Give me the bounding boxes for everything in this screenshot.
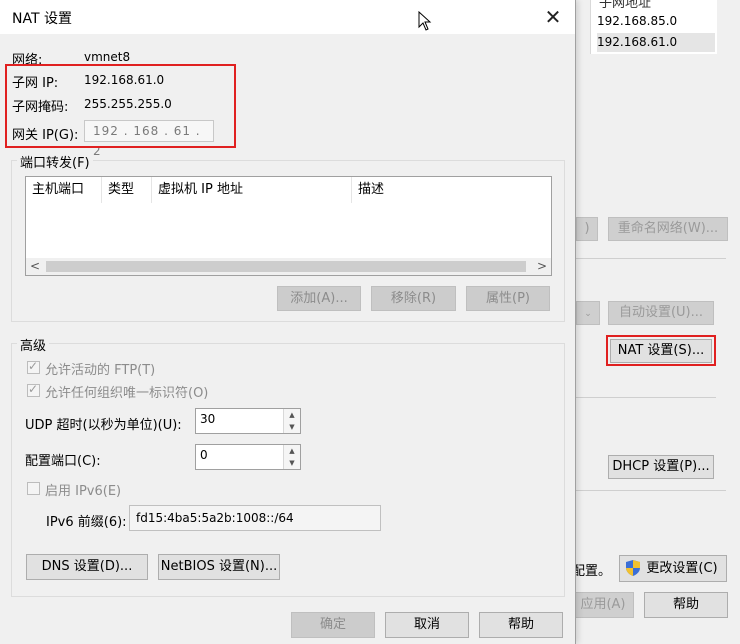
partial-button[interactable]: ) xyxy=(576,217,598,241)
dns-settings-button[interactable]: DNS 设置(D)... xyxy=(26,554,148,580)
scroll-right-icon[interactable]: > xyxy=(533,258,551,275)
scroll-left-icon[interactable]: < xyxy=(26,258,44,275)
close-button[interactable]: ✕ xyxy=(536,2,570,32)
partial-dropdown[interactable]: ⌄ xyxy=(576,301,600,325)
change-settings-label: 更改设置(C) xyxy=(646,561,718,576)
divider xyxy=(576,258,726,259)
subnet-row[interactable]: 192.168.61.0 xyxy=(597,33,715,52)
scrollbar-thumb[interactable] xyxy=(46,261,526,272)
spin-down-icon[interactable]: ▼ xyxy=(283,457,300,469)
advanced-title: 高级 xyxy=(17,335,50,354)
horizontal-scrollbar[interactable]: < > xyxy=(26,258,551,275)
subnet-row[interactable]: 192.168.85.0 xyxy=(597,12,715,31)
allow-ftp-label: 允许活动的 FTP(T) xyxy=(45,363,156,378)
divider xyxy=(576,490,726,491)
config-port-label: 配置端口(C): xyxy=(25,454,101,469)
column-header[interactable]: 主机端口 xyxy=(26,177,102,203)
allow-org-id-label: 允许任何组织唯一标识符(O) xyxy=(45,386,209,401)
subnet-list[interactable]: 子网地址 192.168.85.0 192.168.61.0 xyxy=(590,0,717,54)
config-port-value: 0 xyxy=(200,448,208,462)
ipv6-prefix-label: IPv6 前缀(6): xyxy=(46,515,127,530)
port-forwarding-list[interactable]: 主机端口 类型 虚拟机 IP 地址 描述 < > xyxy=(25,176,552,276)
port-forwarding-title: 端口转发(F) xyxy=(17,152,93,171)
enable-ipv6-checkbox[interactable] xyxy=(27,482,40,495)
shield-icon xyxy=(626,560,640,576)
allow-org-id-checkbox[interactable] xyxy=(27,382,40,397)
remove-button[interactable]: 移除(R) xyxy=(371,286,456,311)
help-button[interactable]: 帮助 xyxy=(644,592,728,618)
allow-ftp-checkbox[interactable] xyxy=(27,359,40,374)
add-button[interactable]: 添加(A)... xyxy=(277,286,361,311)
spin-down-icon[interactable]: ▼ xyxy=(283,421,300,433)
spin-up-icon[interactable]: ▲ xyxy=(283,409,300,421)
rename-network-button[interactable]: 重命名网络(W)... xyxy=(608,217,728,241)
close-icon: ✕ xyxy=(544,5,562,29)
udp-timeout-spinner[interactable]: 30 ▲ ▼ xyxy=(195,408,301,434)
partial-text: 配置。 xyxy=(572,564,612,579)
ipv6-prefix-input[interactable]: fd15:4ba5:5a2b:1008::/64 xyxy=(129,505,381,531)
nat-settings-dialog: NAT 设置 ✕ 网络: vmnet8 子网 IP: 192.168.61.0 … xyxy=(0,0,576,644)
divider xyxy=(576,397,716,398)
dialog-title: NAT 设置 xyxy=(12,11,72,27)
highlight-box xyxy=(606,335,716,366)
udp-timeout-label: UDP 超时(以秒为单位)(U): xyxy=(25,418,182,433)
ok-button[interactable]: 确定 xyxy=(291,612,375,638)
column-header[interactable]: 类型 xyxy=(102,177,152,203)
column-header[interactable]: 描述 xyxy=(352,177,550,203)
properties-button[interactable]: 属性(P) xyxy=(466,286,550,311)
auto-settings-button[interactable]: 自动设置(U)... xyxy=(608,301,714,325)
help-button[interactable]: 帮助 xyxy=(479,612,563,638)
cancel-button[interactable]: 取消 xyxy=(385,612,469,638)
netbios-settings-button[interactable]: NetBIOS 设置(N)... xyxy=(158,554,280,580)
udp-timeout-value: 30 xyxy=(200,412,216,426)
column-header[interactable]: 虚拟机 IP 地址 xyxy=(152,177,352,203)
enable-ipv6-label: 启用 IPv6(E) xyxy=(45,484,122,499)
mouse-cursor-icon xyxy=(418,11,432,31)
highlight-box xyxy=(5,64,236,148)
spin-up-icon[interactable]: ▲ xyxy=(283,445,300,457)
config-port-spinner[interactable]: 0 ▲ ▼ xyxy=(195,444,301,470)
change-settings-button[interactable]: 更改设置(C) xyxy=(619,555,727,582)
title-bar: NAT 设置 ✕ xyxy=(0,0,575,34)
dhcp-settings-button[interactable]: DHCP 设置(P)... xyxy=(608,455,714,479)
apply-button[interactable]: 应用(A) xyxy=(572,592,634,618)
chevron-down-icon: ⌄ xyxy=(584,309,592,319)
subnet-address-header: 子网地址 xyxy=(599,0,652,11)
network-value: vmnet8 xyxy=(84,50,131,64)
